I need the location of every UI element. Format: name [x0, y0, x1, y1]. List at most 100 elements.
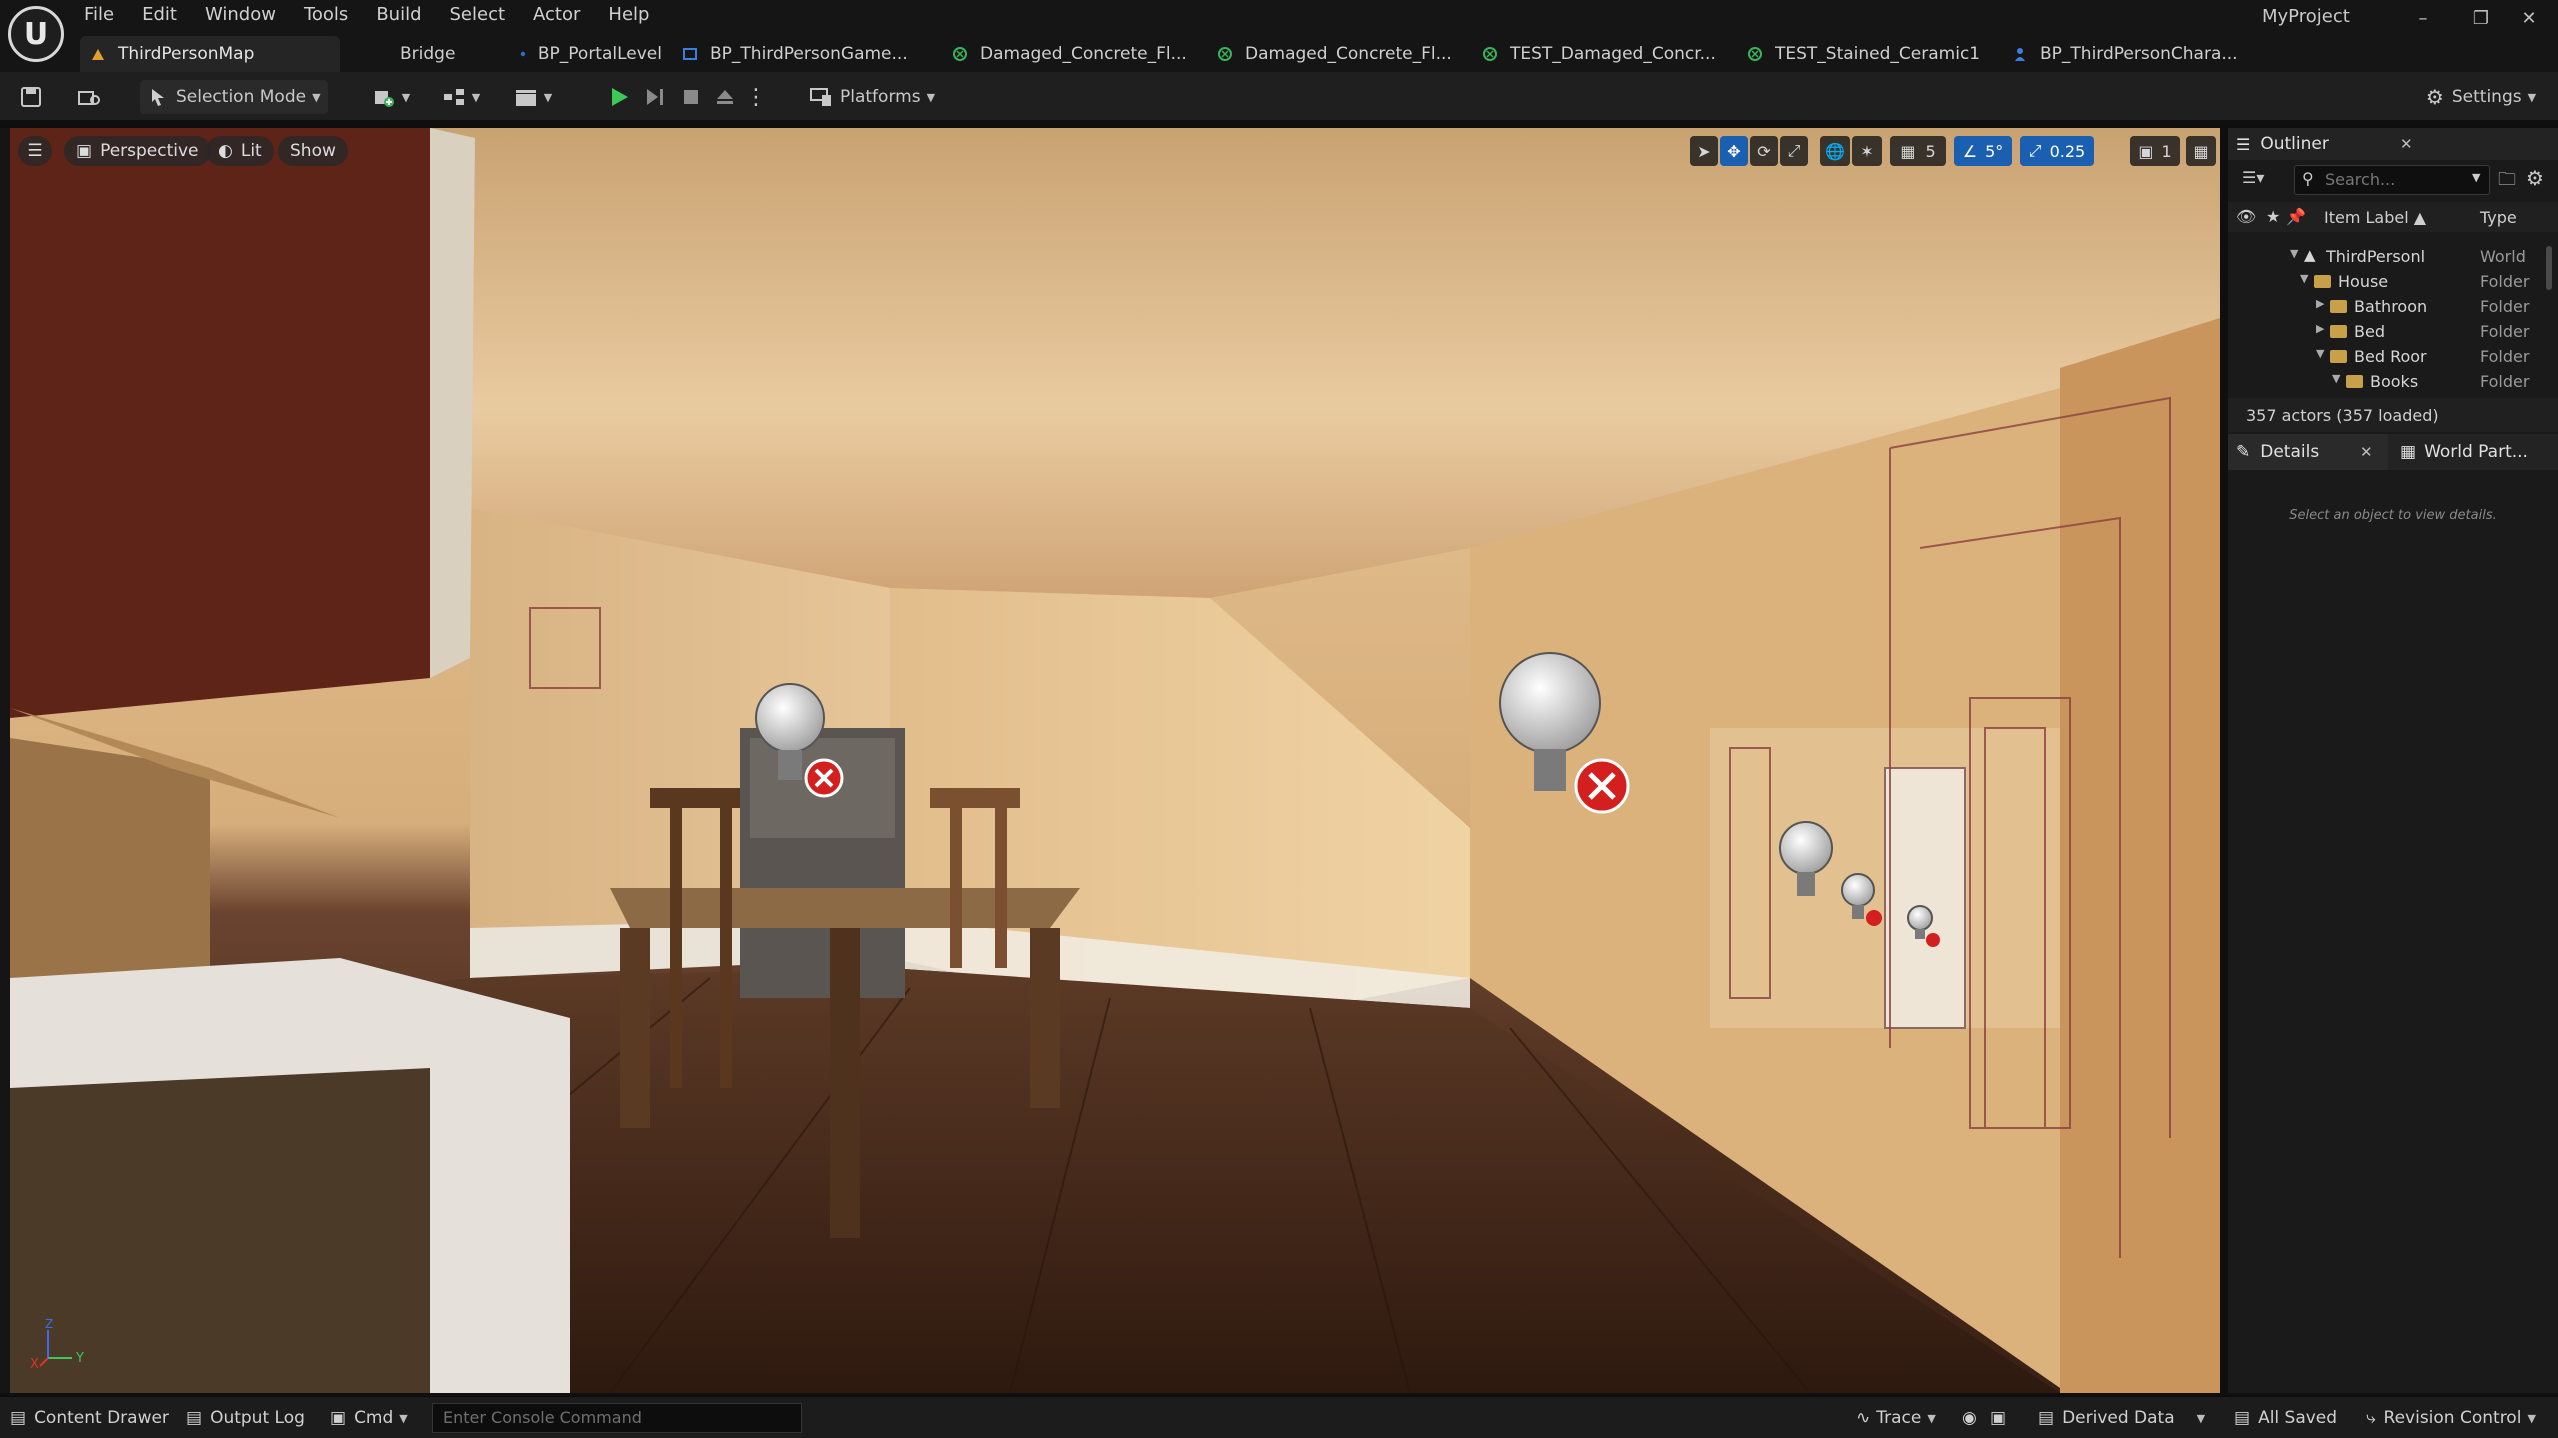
menu-file[interactable]: File — [70, 0, 128, 30]
rotation-snap-value: 5° — [1985, 141, 2004, 161]
filter-icon[interactable]: ☰▾ — [2242, 168, 2264, 187]
outliner-scrollbar[interactable] — [2546, 246, 2552, 290]
perspective-dropdown[interactable]: ▣ Perspective — [64, 136, 211, 166]
type-column[interactable]: Type — [2480, 208, 2517, 227]
close-icon[interactable]: ✕ — [2400, 135, 2413, 153]
select-tool-icon[interactable]: ➤ — [1690, 136, 1718, 166]
trace-dropdown[interactable]: ∿ Trace ▼ — [1856, 1405, 1936, 1431]
outliner-tab[interactable]: ☰ Outliner ✕ — [2228, 128, 2558, 160]
translate-tool-icon[interactable]: ✥ — [1720, 136, 1748, 166]
expand-arrow-icon[interactable]: ▼ — [2300, 272, 2308, 285]
viewport-options-hamburger-icon[interactable]: ☰ — [18, 136, 52, 166]
grid-snap-toggle[interactable]: ▦ 5 — [1890, 136, 1946, 166]
close-window-button[interactable]: ✕ — [2506, 4, 2552, 34]
view-mode-dropdown[interactable]: ◐ Lit — [206, 136, 274, 166]
expand-arrow-icon[interactable]: ▶ — [2316, 297, 2324, 310]
add-folder-icon[interactable]: 🗀 — [2498, 167, 2516, 197]
play-button[interactable] — [604, 80, 634, 114]
source-control-icon[interactable] — [72, 80, 106, 114]
menu-edit[interactable]: Edit — [128, 0, 191, 30]
expand-arrow-icon[interactable]: ▼ — [2290, 247, 2298, 260]
row-type: Folder — [2480, 322, 2530, 341]
selection-mode-dropdown[interactable]: Selection Mode ▼ — [140, 80, 328, 114]
record-icon[interactable]: ◉ — [1962, 1405, 1977, 1431]
eye-icon[interactable]: 👁 — [2236, 207, 2256, 226]
output-log-icon: ▤ — [186, 1408, 203, 1428]
tab-bp-portallevel[interactable]: BP_PortalLevel — [510, 36, 672, 72]
settings-dropdown[interactable]: ⚙ Settings ▼ — [2420, 80, 2542, 114]
expand-arrow-icon[interactable]: ▼ — [2332, 372, 2340, 385]
content-drawer-button[interactable]: ▤ Content Drawer — [10, 1405, 169, 1431]
show-dropdown[interactable]: Show — [278, 136, 348, 166]
surface-snapping-icon[interactable]: ✶ — [1852, 136, 1882, 166]
screenshot-icon[interactable]: ▣ — [1990, 1405, 2006, 1431]
expand-arrow-icon[interactable]: ▼ — [2316, 347, 2324, 360]
close-icon[interactable]: ✕ — [2360, 443, 2373, 461]
cinematics-button[interactable]: ▼ — [508, 80, 558, 114]
expand-arrow-icon[interactable]: ▶ — [2316, 322, 2324, 335]
tab-test-stained-ceramic[interactable]: TEST_Stained_Ceramic1 — [1737, 36, 2002, 72]
platforms-dropdown[interactable]: Platforms ▼ — [810, 80, 940, 114]
eject-icon — [717, 90, 733, 104]
menu-window[interactable]: Window — [191, 0, 290, 30]
menu-build[interactable]: Build — [362, 0, 435, 30]
details-tab[interactable]: ✎ Details ✕ — [2228, 434, 2388, 470]
outliner-row-house[interactable]: ▼ House Folder — [2228, 269, 2544, 294]
menu-tools[interactable]: Tools — [290, 0, 362, 30]
cmd-dropdown[interactable]: ▣ Cmd ▼ — [330, 1405, 408, 1431]
tab-damaged-concrete-1[interactable]: Damaged_Concrete_Fl... — [942, 36, 1207, 72]
outliner-row-world[interactable]: ▼ ▲ ThirdPersonl World — [2228, 244, 2544, 269]
tab-test-damaged-concrete[interactable]: TEST_Damaged_Concr... — [1472, 36, 1737, 72]
add-actor-button[interactable]: ▼ — [366, 80, 416, 114]
console-command-input[interactable]: Enter Console Command — [432, 1403, 802, 1433]
save-icon[interactable] — [16, 80, 46, 114]
derived-data-dropdown[interactable]: ▤ Derived Data ▼ — [2038, 1405, 2205, 1431]
viewport-layout-icon[interactable]: ▦ — [2186, 136, 2216, 166]
tab-bp-thirdpersoncharacter[interactable]: BP_ThirdPersonChara... — [2002, 36, 2252, 72]
restore-button[interactable]: ❐ — [2458, 4, 2504, 34]
blueprints-button[interactable]: ▼ — [436, 80, 486, 114]
derived-data-icon: ▤ — [2038, 1408, 2055, 1428]
minimize-button[interactable]: – — [2400, 4, 2446, 34]
scale-tool-icon[interactable]: ⤢ — [1780, 136, 1808, 166]
menu-actor[interactable]: Actor — [519, 0, 594, 30]
item-label-column[interactable]: Item Label ▲ — [2324, 208, 2426, 227]
step-button[interactable] — [640, 80, 670, 114]
outliner-row-books[interactable]: ▼ Books Folder — [2228, 369, 2544, 394]
all-saved-button[interactable]: ▤ All Saved — [2234, 1405, 2337, 1431]
star-icon[interactable]: ★ — [2266, 207, 2280, 226]
world-partition-tab[interactable]: ▦ World Part... — [2394, 434, 2558, 470]
revision-control-dropdown[interactable]: ⤷ Revision Control ▼ — [2366, 1405, 2536, 1431]
rotate-tool-icon[interactable]: ⟳ — [1750, 136, 1778, 166]
level-viewport[interactable]: ☰ ▣ Perspective ◐ Lit Show ➤ ✥ ⟳ ⤢ 🌐 ✶ ▦… — [10, 128, 2220, 1393]
outliner-row-bed[interactable]: ▶ Bed Folder — [2228, 319, 2544, 344]
pin-icon[interactable]: 📌 — [2286, 207, 2306, 226]
gear-icon[interactable]: ⚙ — [2526, 166, 2544, 190]
tab-damaged-concrete-2[interactable]: Damaged_Concrete_Fl... — [1207, 36, 1472, 72]
stop-button[interactable] — [676, 80, 706, 114]
rotation-snap-toggle[interactable]: ∠ 5° — [1954, 136, 2012, 166]
chevron-down-icon[interactable]: ▼ — [2472, 171, 2480, 184]
tab-bridge[interactable]: Bridge — [340, 36, 510, 72]
outliner-row-bathroom[interactable]: ▶ Bathroon Folder — [2228, 294, 2544, 319]
play-options-kebab-icon[interactable]: ⋮ — [744, 80, 768, 114]
world-space-icon[interactable]: 🌐 — [1820, 136, 1850, 166]
menu-help[interactable]: Help — [594, 0, 663, 30]
menu-select[interactable]: Select — [436, 0, 520, 30]
outliner-row-bed-room[interactable]: ▼ Bed Roor Folder — [2228, 344, 2544, 369]
camera-speed-button[interactable]: ▣ 1 — [2130, 136, 2180, 166]
row-type: Folder — [2480, 372, 2530, 391]
unreal-logo-icon[interactable]: U — [8, 6, 64, 62]
tab-label: Bridge — [400, 44, 456, 64]
tab-label: BP_ThirdPersonChara... — [2040, 44, 2238, 64]
scale-snap-toggle[interactable]: ⤢ 0.25 — [2020, 136, 2094, 166]
outliner-search-input[interactable]: Search... — [2294, 165, 2490, 195]
tab-thirdpersonmap[interactable]: ThirdPersonMap — [80, 36, 340, 72]
status-bar: ▤ Content Drawer ▤ Output Log ▣ Cmd ▼ En… — [0, 1396, 2558, 1438]
tab-bp-thirdpersongame[interactable]: BP_ThirdPersonGame... — [672, 36, 942, 72]
blueprint-icon — [520, 51, 526, 57]
eject-button[interactable] — [710, 80, 740, 114]
output-log-button[interactable]: ▤ Output Log — [186, 1405, 305, 1431]
scene-render[interactable] — [10, 128, 2220, 1393]
all-saved-label: All Saved — [2258, 1408, 2338, 1428]
